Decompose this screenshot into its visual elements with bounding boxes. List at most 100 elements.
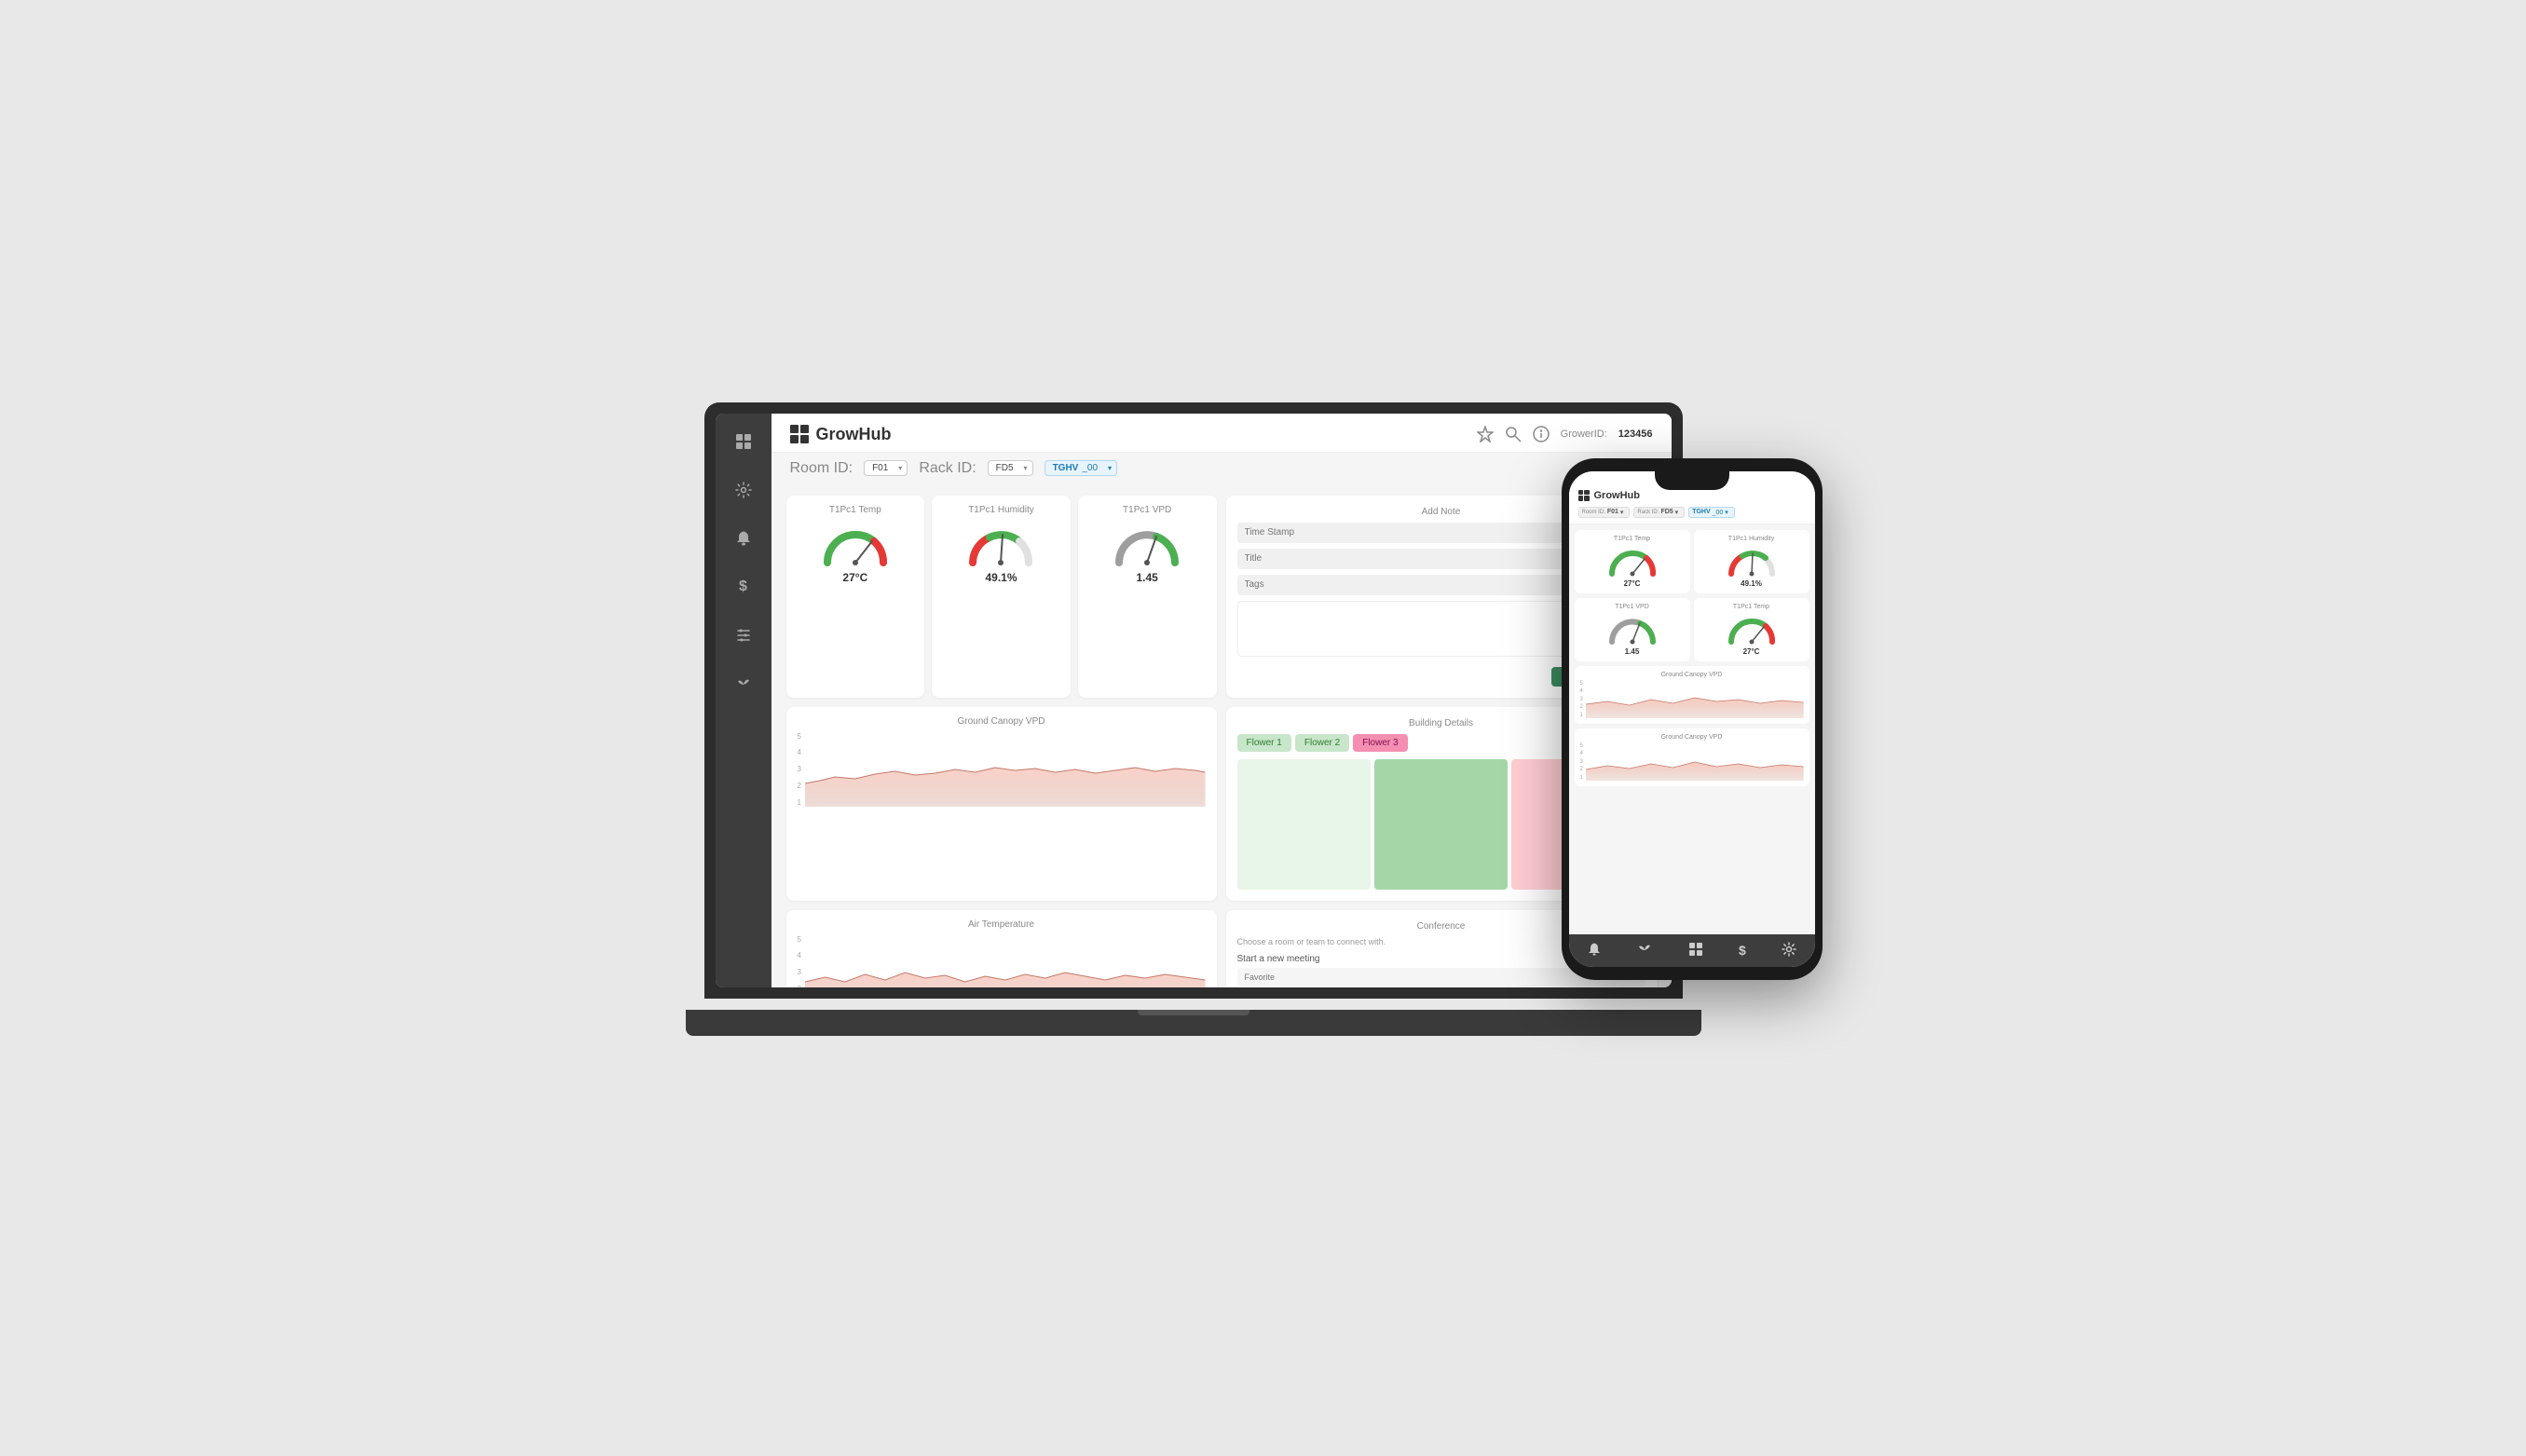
- phone-gauge-vpd-title: T1Pc1 VPD: [1615, 604, 1649, 610]
- phone-content: T1Pc1 Temp 27°C T1Pc1 Humidity: [1569, 524, 1815, 934]
- phone-logo: GrowHub: [1578, 490, 1806, 501]
- phone-gauge-vpd-svg: [1604, 612, 1660, 646]
- phone-chart-2-title: Ground Canopy VPD: [1580, 734, 1804, 741]
- gauge-vpd-value: 1.45: [1136, 571, 1157, 584]
- chart-airtemp-area: 54321: [798, 935, 1206, 987]
- dashboard: T1Pc1 Temp: [771, 484, 1672, 987]
- phone-bottom-nav: $: [1569, 934, 1815, 967]
- phone-screen: GrowHub Room ID: F01▾ Rack ID: FD5▾ TGHV…: [1569, 471, 1815, 967]
- phone-nav-settings[interactable]: [1782, 942, 1796, 959]
- phone-chart-2-svg: [1586, 743, 1804, 781]
- chart-airtemp-title: Air Temperature: [798, 919, 1206, 930]
- gauge-vpd-title: T1Pc1 VPD: [1123, 505, 1171, 515]
- phone-notch: [1655, 471, 1729, 490]
- phone-chart-1-y: 54321: [1580, 681, 1583, 718]
- phone-gauges-row-2: T1Pc1 VPD 1.45 T1Pc1 Temp: [1575, 598, 1809, 661]
- gauge-humidity-title: T1Pc1 Humidity: [968, 505, 1034, 515]
- phone-app-name: GrowHub: [1594, 490, 1641, 501]
- header: GrowHub: [771, 414, 1672, 453]
- chart-gcvpd-y-labels: 54321: [798, 732, 801, 807]
- laptop-screen: $: [716, 414, 1672, 987]
- phone-gauge-temp2-value: 27°C: [1743, 647, 1760, 656]
- phone-gauge-humidity: T1Pc1 Humidity 49.1%: [1694, 530, 1809, 593]
- scene: $: [704, 402, 1823, 1055]
- phone-gauge-humidity-title: T1Pc1 Humidity: [1728, 536, 1774, 542]
- chart-gcvpd-title: Ground Canopy VPD: [798, 716, 1206, 727]
- gauge-temp-svg: [818, 521, 893, 567]
- phone-nav-grid[interactable]: [1688, 942, 1703, 959]
- app-name: GrowHub: [816, 425, 892, 444]
- phone-gauge-vpd: T1Pc1 VPD 1.45: [1575, 598, 1690, 661]
- gauges-row: T1Pc1 Temp: [786, 496, 1217, 698]
- phone-nav-dollar[interactable]: $: [1739, 943, 1746, 958]
- sidebar-icon-grid[interactable]: [730, 429, 757, 455]
- phone-gauge-temp: T1Pc1 Temp 27°C: [1575, 530, 1690, 593]
- phone-chart-2-area: 54321: [1580, 743, 1804, 781]
- gauge-humidity: T1Pc1 Humidity: [932, 496, 1071, 698]
- tghv-filter[interactable]: TGHV _00: [1045, 460, 1117, 476]
- logo: GrowHub: [790, 425, 892, 444]
- sidebar-icon-settings[interactable]: [730, 477, 757, 503]
- phone-nav-plant[interactable]: [1637, 942, 1652, 959]
- rack-id-label: Rack ID:: [919, 460, 976, 477]
- phone-chart-1-area: 54321: [1580, 681, 1804, 718]
- gauge-temp-value: 27°C: [842, 571, 867, 584]
- phone-gauge-vpd-value: 1.45: [1625, 647, 1640, 656]
- phone-chart-1: Ground Canopy VPD 54321: [1575, 666, 1809, 724]
- phone-gauges-row-1: T1Pc1 Temp 27°C T1Pc1 Humidity: [1575, 530, 1809, 593]
- chart-ground-canopy-vpd: Ground Canopy VPD 54321: [786, 707, 1217, 901]
- phone: GrowHub Room ID: F01▾ Rack ID: FD5▾ TGHV…: [1562, 458, 1823, 980]
- phone-chart-1-title: Ground Canopy VPD: [1580, 672, 1804, 678]
- phone-nav-bell[interactable]: [1587, 942, 1602, 959]
- sidebar-icon-dollar[interactable]: $: [730, 574, 757, 600]
- gauge-humidity-svg: [963, 521, 1038, 567]
- phone-rack-filter[interactable]: Rack ID: FD5▾: [1633, 507, 1685, 518]
- phone-gauge-temp-title: T1Pc1 Temp: [1614, 536, 1650, 542]
- gauge-vpd: T1Pc1 VPD: [1078, 496, 1217, 698]
- phone-filters: Room ID: F01▾ Rack ID: FD5▾ TGHV _00 ▾: [1578, 507, 1806, 518]
- phone-gauge-temp2-svg: [1724, 612, 1780, 646]
- chart-air-temp: Air Temperature 54321: [786, 910, 1217, 987]
- gauge-temp-title: T1Pc1 Temp: [829, 505, 881, 515]
- laptop: $: [704, 402, 1683, 1036]
- phone-gauge-temp2: T1Pc1 Temp 27°C: [1694, 598, 1809, 661]
- flower-tab-3[interactable]: Flower 3: [1353, 734, 1407, 752]
- phone-tghv-filter[interactable]: TGHV _00 ▾: [1688, 507, 1735, 518]
- grower-id-value: 123456: [1618, 429, 1653, 440]
- building-col-1: [1237, 759, 1371, 890]
- phone-gauge-temp-value: 27°C: [1624, 579, 1641, 588]
- sidebar-icon-bell[interactable]: [730, 525, 757, 551]
- search-icon[interactable]: [1505, 426, 1522, 442]
- filters-bar: Room ID: F01 Rack ID: FD5 TGHV _00: [771, 453, 1672, 484]
- star-icon[interactable]: [1477, 426, 1494, 442]
- phone-gauge-humidity-value: 49.1%: [1741, 579, 1762, 588]
- gauge-vpd-svg: [1110, 521, 1184, 567]
- sidebar-icon-sliders[interactable]: [730, 622, 757, 648]
- phone-gauge-humidity-svg: [1724, 544, 1780, 578]
- phone-chart-2-y: 54321: [1580, 743, 1583, 781]
- rack-id-filter[interactable]: FD5: [988, 460, 1033, 476]
- logo-grid-icon: [790, 425, 809, 443]
- phone-gauge-temp-svg: [1604, 544, 1660, 578]
- laptop-base: [686, 1010, 1701, 1036]
- main-content: GrowHub: [771, 414, 1672, 987]
- phone-logo-grid-icon: [1578, 490, 1590, 501]
- gauge-temp: T1Pc1 Temp: [786, 496, 925, 698]
- chart-airtemp-y-labels: 54321: [798, 935, 801, 987]
- flower-tab-2[interactable]: Flower 2: [1295, 734, 1349, 752]
- gauge-humidity-value: 49.1%: [985, 571, 1017, 584]
- info-icon[interactable]: [1533, 426, 1550, 442]
- phone-gauge-temp2-title: T1Pc1 Temp: [1733, 604, 1769, 610]
- sidebar: $: [716, 414, 771, 987]
- chart-gcvpd-inner: [805, 732, 1206, 807]
- sidebar-icon-plant[interactable]: [730, 671, 757, 697]
- room-id-filter[interactable]: F01: [864, 460, 908, 476]
- phone-chart-1-svg: [1586, 681, 1804, 718]
- chart-airtemp-inner: [805, 935, 1206, 987]
- flower-tab-1[interactable]: Flower 1: [1237, 734, 1291, 752]
- phone-room-filter[interactable]: Room ID: F01▾: [1578, 507, 1631, 518]
- grower-id-label: GrowerID:: [1561, 429, 1607, 440]
- phone-chart-2: Ground Canopy VPD 54321: [1575, 728, 1809, 786]
- header-right: GrowerID: 123456: [1477, 426, 1653, 442]
- chart-gcvpd-area: 54321: [798, 732, 1206, 807]
